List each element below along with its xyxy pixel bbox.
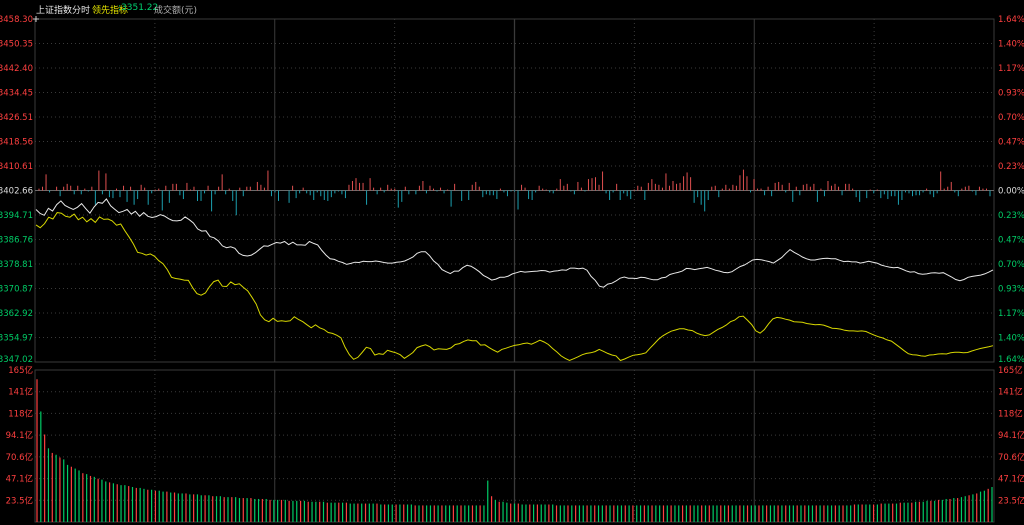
price-axis-label: 3434.45 bbox=[0, 89, 33, 99]
price-axis-label: 3394.71 bbox=[0, 211, 33, 221]
percent-axis-label: 0.93% bbox=[998, 285, 1024, 295]
percent-axis-label: 1.64% bbox=[998, 355, 1024, 365]
price-axis-label: 3426.51 bbox=[0, 113, 33, 123]
volume-axis-label-right: 118亿 bbox=[998, 408, 1023, 419]
volume-axis-label-right: 23.5亿 bbox=[998, 495, 1024, 506]
price-axis-label: 3362.92 bbox=[0, 309, 33, 319]
volume-axis-label: 70.6亿 bbox=[6, 452, 33, 463]
price-axis-label: 3402.66 bbox=[0, 187, 33, 197]
volume-axis-label: 94.1亿 bbox=[6, 430, 33, 441]
price-axis-label: 3370.87 bbox=[0, 285, 33, 295]
percent-axis-label: 1.40% bbox=[998, 334, 1024, 344]
percent-axis-label: 0.70% bbox=[998, 260, 1024, 270]
volume-axis-label: 141亿 bbox=[8, 387, 33, 398]
percent-axis-label: 0.70% bbox=[998, 113, 1024, 123]
percent-axis-label: 0.23% bbox=[998, 211, 1024, 221]
percent-axis-label: 1.64% bbox=[998, 15, 1024, 25]
intraday-chart[interactable]: 3458.30 1.64% 3450.35 1.40% 3442.40 1.17% 3434… bbox=[0, 0, 1024, 525]
percent-axis-label: 1.40% bbox=[998, 40, 1024, 50]
percent-axis-label: 0.47% bbox=[998, 138, 1024, 148]
axis-labels: 3458.30 1.64% 3450.35 1.40% 3442.40 1.17% 3434… bbox=[0, 15, 1024, 506]
volume-axis-label-right: 165亿 bbox=[998, 365, 1023, 376]
price-axis-label: 3458.30 bbox=[0, 15, 33, 25]
price-axis-label: 3442.40 bbox=[0, 64, 33, 74]
volume-axis-label: 118亿 bbox=[8, 408, 33, 419]
price-axis-label: 3386.76 bbox=[0, 236, 33, 246]
percent-axis-label: 1.17% bbox=[998, 64, 1024, 74]
volume-axis-label: 165亿 bbox=[8, 365, 33, 376]
percent-axis-label: 0.47% bbox=[998, 236, 1024, 246]
price-axis-label: 3410.61 bbox=[0, 162, 33, 172]
price-axis-label: 3354.97 bbox=[0, 334, 33, 344]
percent-axis-label: 0.00% bbox=[998, 187, 1024, 197]
percent-axis-label: 1.17% bbox=[998, 309, 1024, 319]
percent-axis-label: 0.23% bbox=[998, 162, 1024, 172]
price-axis-label: 3378.81 bbox=[0, 260, 33, 270]
volume-axis-label: 47.1亿 bbox=[6, 474, 33, 485]
volume-axis-label: 23.5亿 bbox=[6, 495, 33, 506]
price-axis-label: 3450.35 bbox=[0, 40, 33, 50]
chart-grid bbox=[34, 18, 995, 523]
percent-axis-label: 0.93% bbox=[998, 89, 1024, 99]
volume-axis-label-right: 70.6亿 bbox=[998, 452, 1024, 463]
price-axis-label: 3347.02 bbox=[0, 355, 33, 365]
volume-axis-label-right: 141亿 bbox=[998, 387, 1023, 398]
price-axis-label: 3418.56 bbox=[0, 138, 33, 148]
volume-axis-label-right: 47.1亿 bbox=[998, 474, 1024, 485]
volume-axis-label-right: 94.1亿 bbox=[998, 430, 1024, 441]
crosshair-cursor-icon bbox=[33, 16, 39, 22]
